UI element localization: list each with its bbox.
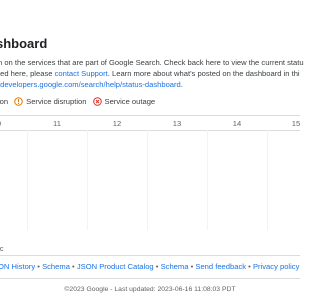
intro-text: n on the services that are part of Googl… — [0, 57, 318, 90]
day-column-separator — [27, 130, 28, 230]
day-header-15: 15 — [291, 119, 301, 128]
contact-support-link[interactable]: contact Support — [55, 69, 108, 78]
intro-line-1: n on the services that are part of Googl… — [0, 58, 304, 67]
status-legend: ion Service disruption Service outage — [0, 97, 161, 106]
footer-separator: • — [155, 262, 159, 271]
timezone-label: fic — [0, 244, 4, 253]
day-header-14: 14 — [232, 119, 242, 128]
intro-line-2-suffix: . Learn more about what's posted on the … — [107, 69, 300, 78]
calendar-header-divider — [0, 130, 300, 131]
copyright-text: ©2023 Google - Last updated: 2023-06-16 … — [64, 286, 236, 293]
footer-link-json-product-catalog[interactable]: JSON Product Catalog — [77, 262, 154, 271]
legend-item-outage: Service outage — [92, 97, 156, 106]
footer-separator: • — [248, 262, 251, 271]
footer-links: ON History • Schema • JSON Product Catal… — [0, 262, 299, 271]
footer-separator: • — [72, 262, 75, 271]
error-x-icon — [92, 97, 102, 106]
page-title: shboard — [0, 36, 48, 51]
day-header-10: 0 — [0, 119, 1, 128]
day-column-separator — [87, 130, 88, 230]
legend-label-information: ion — [0, 97, 9, 106]
footer-link-catalog-schema[interactable]: Schema — [161, 262, 189, 271]
footer-link-json-history[interactable]: ON History — [0, 262, 35, 271]
copyright-divider — [0, 278, 300, 279]
day-header-13: 13 — [172, 119, 182, 128]
intro-line-3: /developers.google.com/search/help/statu… — [0, 79, 318, 90]
footer-separator: • — [190, 262, 194, 271]
intro-line-2-prefix: ted here, please — [0, 69, 55, 78]
day-header-12: 12 — [112, 119, 122, 128]
status-dashboard-link[interactable]: /developers.google.com/search/help/statu… — [0, 80, 181, 89]
legend-label-disruption: Service disruption — [26, 97, 87, 106]
day-column-separator — [147, 130, 148, 230]
calendar-top-divider — [0, 115, 300, 116]
day-column-separator — [207, 130, 208, 230]
warning-circle-icon — [14, 97, 23, 106]
legend-item-disruption: Service disruption — [14, 97, 87, 106]
legend-item-information: ion — [0, 97, 8, 106]
day-header-11: 11 — [53, 119, 61, 128]
footer-top-divider — [0, 255, 300, 256]
day-column-separator — [267, 130, 268, 230]
footer-link-privacy-policy[interactable]: Privacy policy — [253, 262, 299, 271]
footer-separator: • — [37, 262, 40, 271]
footer-link-schema[interactable]: Schema — [42, 262, 70, 271]
intro-line-2: ted here, please contact Support. Learn … — [0, 68, 318, 79]
footer-link-send-feedback[interactable]: Send feedback — [195, 262, 246, 271]
legend-label-outage: Service outage — [104, 97, 156, 106]
intro-line-3-suffix: . — [180, 80, 183, 89]
